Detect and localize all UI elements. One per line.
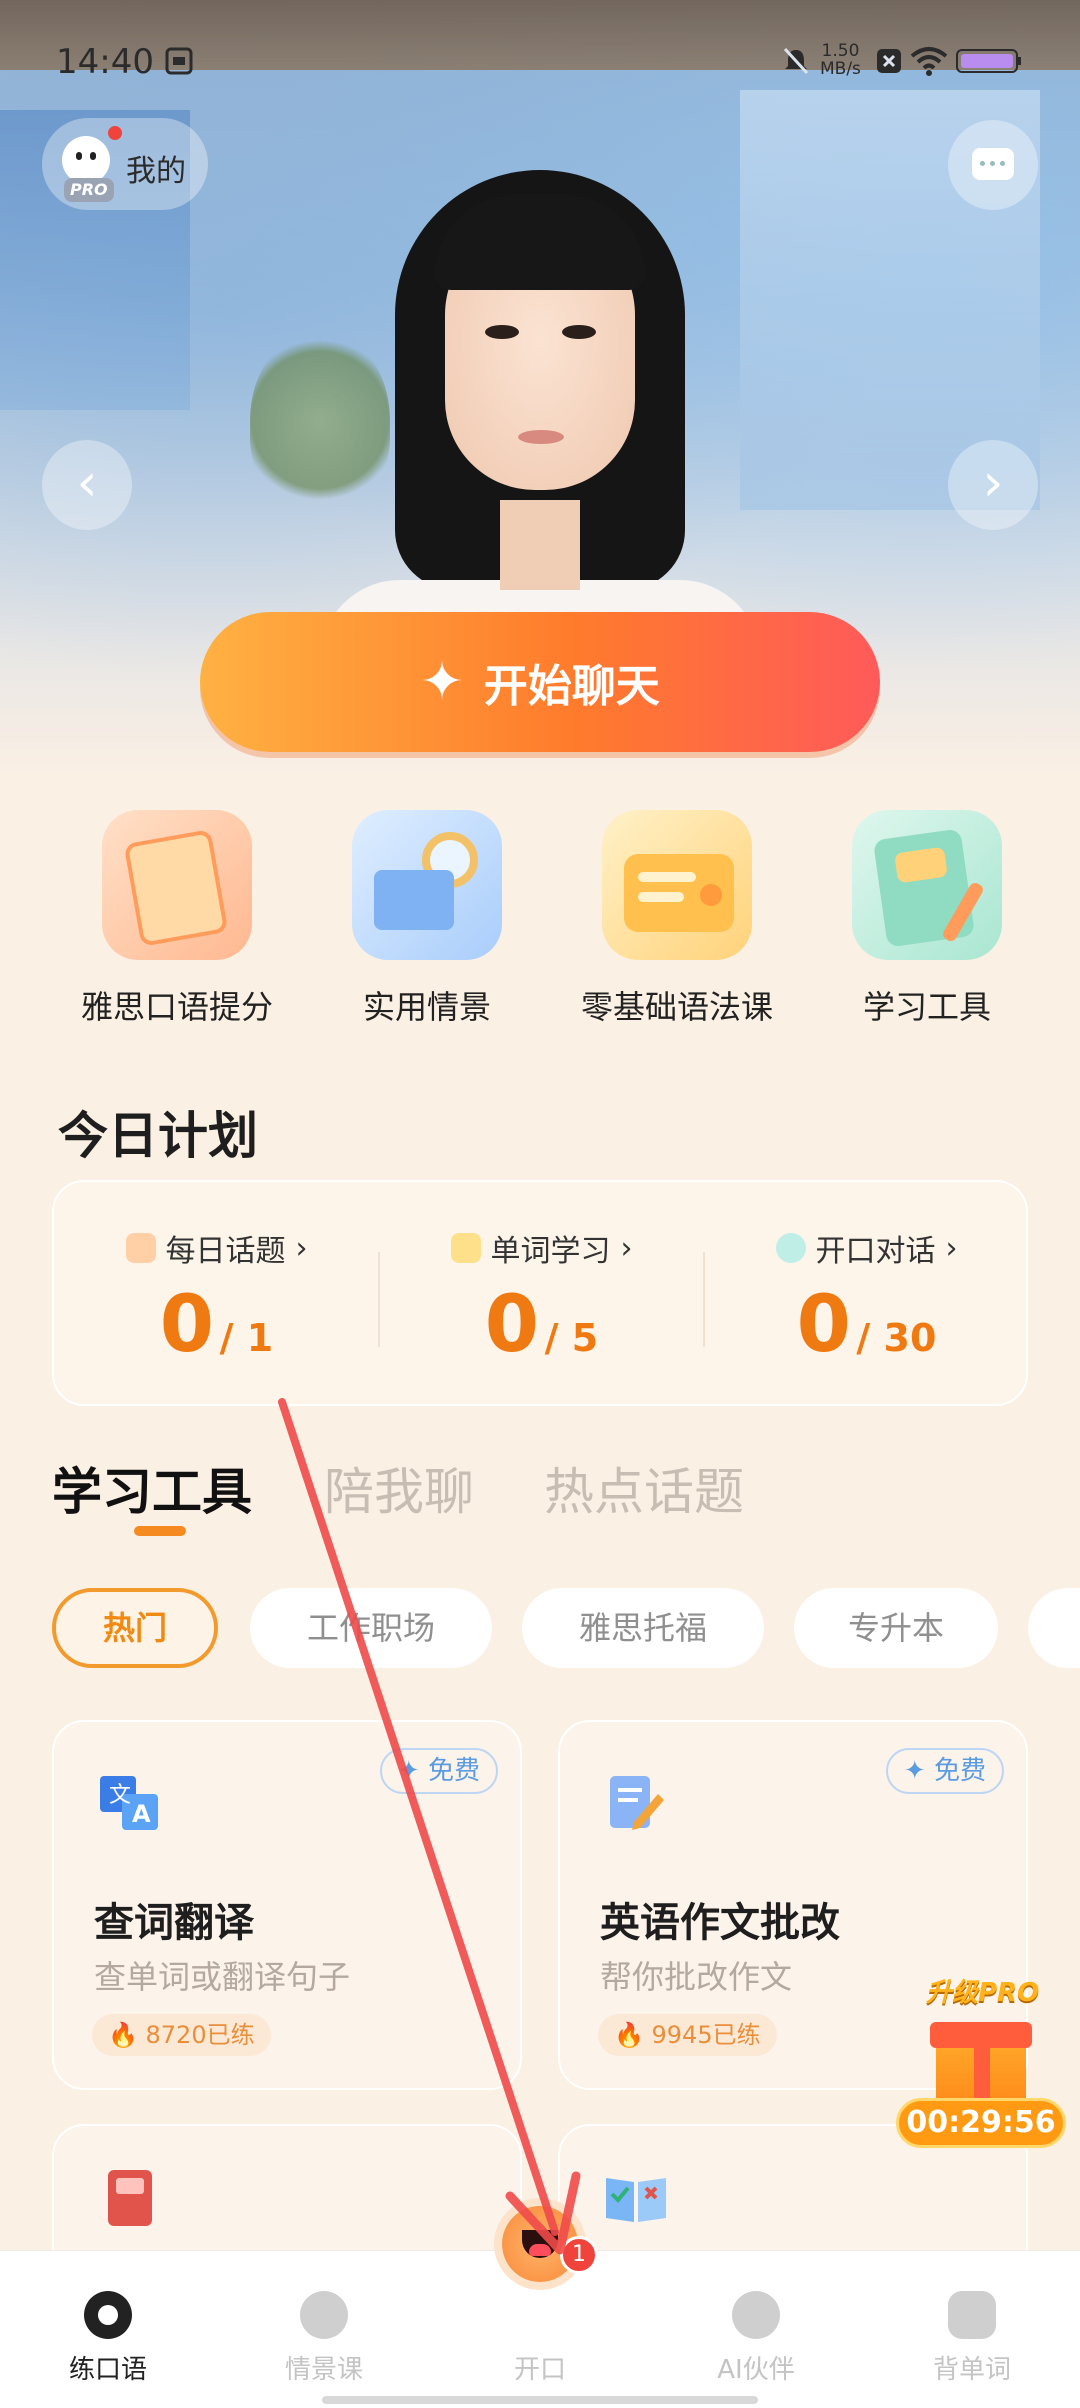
mute-bell-icon	[783, 47, 809, 75]
status-time: 14:40	[56, 42, 154, 82]
notebook-icon	[108, 2170, 152, 2226]
free-badge: ✦ 免费	[379, 1748, 498, 1794]
net-speed: 1.50 MB/s	[820, 41, 861, 79]
quick-entry-scenarios[interactable]: 实用情景	[302, 810, 552, 1028]
battery-icon	[956, 49, 1021, 73]
word-icon	[450, 1233, 481, 1263]
gift-label: 升级PRO	[926, 1978, 1040, 2008]
countdown-timer: 00:29:56	[896, 2098, 1066, 2148]
nav-speak[interactable]: 开口	[450, 2291, 630, 2386]
tool-title: 英语作文批改	[600, 1900, 840, 1946]
plan-item-speaking[interactable]: 开口对话 › 0 / 30	[704, 1182, 1029, 1408]
quick-entry-grammar[interactable]: 零基础语法课	[552, 810, 802, 1028]
message-button[interactable]	[948, 120, 1038, 210]
quick-entry-label: 实用情景	[362, 988, 491, 1026]
svg-text:文: 文	[109, 1783, 131, 1808]
notification-dot	[108, 126, 122, 140]
gift-box-icon	[930, 2022, 1032, 2106]
notification-badge: 1	[560, 2236, 598, 2274]
sparkle-icon: ✦	[420, 652, 464, 712]
chevron-right-icon: ›	[945, 1230, 958, 1266]
chip-upgrade-degree[interactable]: 专升本	[794, 1588, 998, 1668]
start-chat-label: 开始聊天	[483, 661, 660, 712]
quick-entry-ielts[interactable]: 雅思口语提分	[52, 810, 302, 1028]
status-bar: 14:40 1.50 MB/s	[0, 0, 1080, 125]
eye-icon	[84, 2291, 132, 2339]
radio-icon	[602, 810, 752, 960]
svg-text:A: A	[132, 1800, 151, 1828]
screen-record-icon	[165, 47, 193, 75]
nav-memorize-words[interactable]: 背单词	[882, 2291, 1062, 2386]
open-book-check-icon	[606, 2178, 666, 2222]
wifi-icon	[910, 47, 948, 76]
home-indicator	[322, 2396, 758, 2404]
tab-hot-topics[interactable]: 热点话题	[544, 1452, 744, 1524]
tool-title: 查词翻译	[94, 1900, 254, 1946]
upgrade-pro-gift[interactable]: 升级PRO 00:29:56	[896, 1972, 1066, 2152]
quick-entry-tools[interactable]: 学习工具	[802, 810, 1052, 1028]
free-badge: ✦ 免费	[885, 1748, 1004, 1794]
chevron-right-icon: ›	[620, 1230, 633, 1266]
translate-icon: 文 A	[100, 1776, 158, 1830]
category-chips: 热门 工作职场 雅思托福 专升本	[52, 1588, 1080, 1670]
gamepad-icon	[948, 2291, 996, 2339]
ai-partner-avatar	[300, 110, 780, 660]
notepad-icon	[852, 810, 1002, 960]
pro-tag: PRO	[64, 178, 114, 202]
tool-subtitle: 查单词或翻译句子	[94, 1958, 351, 1996]
plan-item-word-study[interactable]: 单词学习 › 0 / 5	[379, 1182, 704, 1408]
quick-entries: 雅思口语提分 实用情景 零基础语法课 学习工具	[0, 810, 1080, 1030]
next-avatar-button[interactable]: ›	[948, 440, 1038, 530]
practice-count: 🔥 9945已练	[598, 2014, 777, 2056]
chat-bubble-icon	[775, 1233, 806, 1263]
close-box-icon	[877, 49, 901, 73]
tool-subtitle: 帮你批改作文	[600, 1958, 793, 1996]
scenario-icon	[300, 2291, 348, 2339]
active-tab-indicator	[134, 1526, 186, 1536]
me-button[interactable]: PRO 我的	[42, 118, 208, 210]
quick-entry-label: 雅思口语提分	[80, 988, 273, 1026]
magnifier-book-icon	[352, 810, 502, 960]
person-icon	[732, 2291, 780, 2339]
nav-practice-speaking[interactable]: 练口语	[18, 2291, 198, 2386]
nav-scenario-class[interactable]: 情景课	[234, 2291, 414, 2386]
chat-bubble-icon	[972, 148, 1014, 180]
today-plan-card: 每日话题 › 0 / 1 单词学习 › 0 / 5 开口对话 › 0 / 30	[52, 1180, 1028, 1406]
prev-avatar-button[interactable]: ‹	[42, 440, 132, 530]
quick-entry-label: 零基础语法课	[580, 988, 773, 1026]
chip-hot[interactable]: 热门	[52, 1588, 218, 1668]
nav-ai-partner[interactable]: AI伙伴	[666, 2291, 846, 2386]
chip-more[interactable]	[1028, 1588, 1080, 1668]
chip-ielts-toefl[interactable]: 雅思托福	[522, 1588, 764, 1668]
quick-entry-label: 学习工具	[862, 988, 991, 1026]
tab-study-tools[interactable]: 学习工具	[52, 1452, 252, 1524]
practice-count: 🔥 8720已练	[92, 2014, 271, 2056]
tool-card-translate[interactable]: ✦ 免费 文 A 查词翻译 查单词或翻译句子 🔥 8720已练	[52, 1720, 522, 2090]
topic-icon	[125, 1233, 156, 1263]
me-label: 我的	[126, 154, 186, 189]
chevron-right-icon: ›	[295, 1230, 308, 1266]
avatar-icon	[62, 136, 110, 184]
plan-item-daily-topic[interactable]: 每日话题 › 0 / 1	[54, 1182, 379, 1408]
today-plan-title: 今日计划	[58, 1107, 258, 1165]
start-chat-button[interactable]: ✦ 开始聊天	[200, 612, 880, 752]
tab-chat-with-me[interactable]: 陪我聊	[324, 1452, 474, 1524]
essay-edit-icon	[610, 1776, 664, 1830]
ielts-book-icon	[102, 810, 252, 960]
chip-workplace[interactable]: 工作职场	[250, 1588, 492, 1668]
